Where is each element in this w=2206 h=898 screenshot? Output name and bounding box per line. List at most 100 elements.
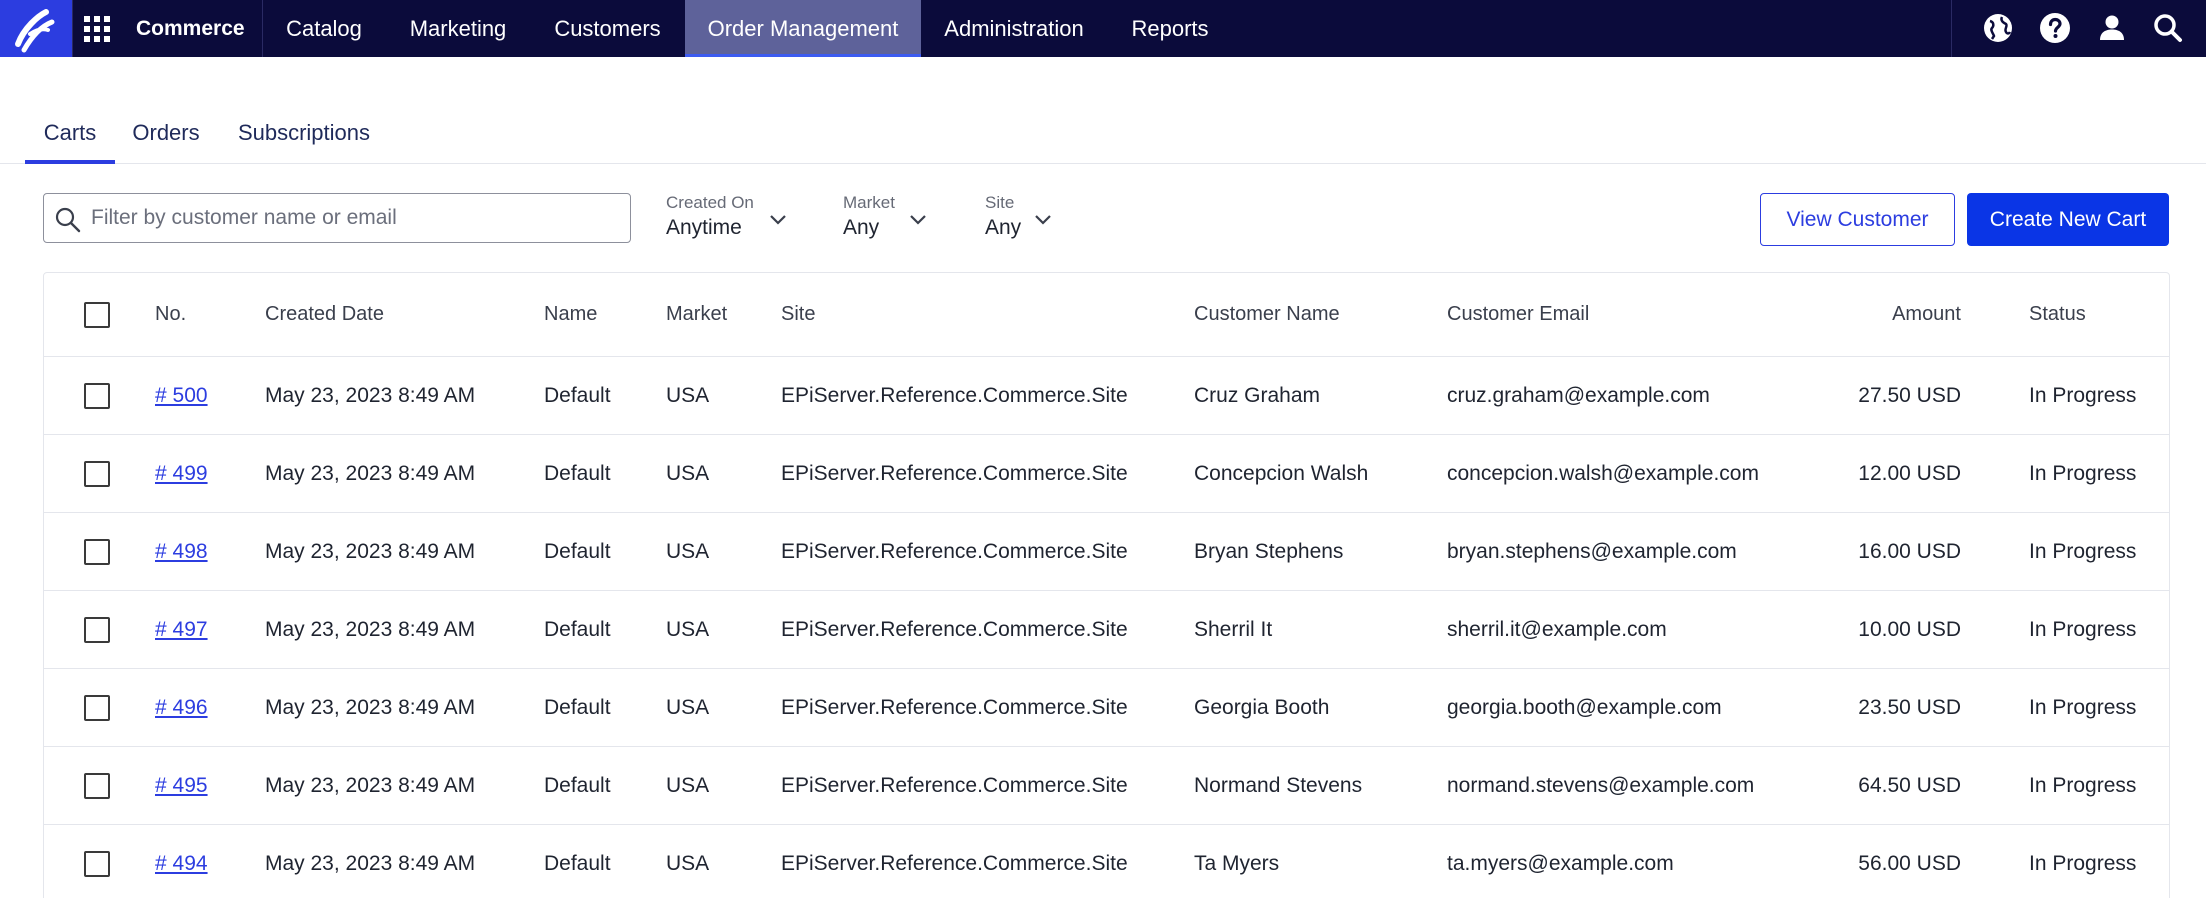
row-select-cell bbox=[84, 435, 110, 512]
cart-number-link[interactable]: # 496 bbox=[155, 696, 208, 720]
customer-name-cell: Ta Myers bbox=[1194, 851, 1280, 875]
top-navigation-bar: Commerce Catalog Marketing Customers Ord… bbox=[0, 0, 2206, 57]
cart-number-link[interactable]: # 495 bbox=[155, 774, 208, 798]
table-row[interactable]: # 499 May 23, 2023 8:49 AM Default USA EPiSe… bbox=[44, 435, 2169, 513]
nav-item-administration[interactable]: Administration bbox=[921, 0, 1107, 57]
table-row[interactable]: # 500 May 23, 2023 8:49 AM Default USA EPiSe… bbox=[44, 357, 2169, 435]
customer-name-cell: Georgia Booth bbox=[1194, 695, 1330, 719]
tab-bar: Carts Orders Subscriptions bbox=[0, 100, 2206, 164]
status-cell: In Progress bbox=[2029, 539, 2137, 563]
tab-carts[interactable]: Carts bbox=[25, 100, 115, 164]
customer-email-cell: ta.myers@example.com bbox=[1447, 851, 1674, 875]
nav-item-customers[interactable]: Customers bbox=[530, 0, 685, 57]
nav-item-order-management[interactable]: Order Management bbox=[685, 0, 921, 57]
apps-grid-icon[interactable] bbox=[84, 16, 111, 43]
column-header-customer-name[interactable]: Customer Name bbox=[1194, 273, 1340, 356]
market-dropdown[interactable]: Market Any bbox=[843, 193, 933, 245]
status-cell: In Progress bbox=[2029, 773, 2137, 797]
table-row[interactable]: # 497 May 23, 2023 8:49 AM Default USA EPiSe… bbox=[44, 591, 2169, 669]
tab-subscriptions[interactable]: Subscriptions bbox=[226, 100, 382, 164]
table-row[interactable]: # 494 May 23, 2023 8:49 AM Default USA EPiSe… bbox=[44, 825, 2169, 898]
carts-table: No. Created Date Name Market Site Custom… bbox=[43, 272, 2170, 898]
tab-orders[interactable]: Orders bbox=[122, 100, 210, 164]
market-cell: USA bbox=[666, 851, 710, 875]
site-cell: EPiServer.Reference.Commerce.Site bbox=[781, 851, 1128, 875]
customer-email-cell: georgia.booth@example.com bbox=[1447, 695, 1722, 719]
column-header-customer-email[interactable]: Customer Email bbox=[1447, 273, 1589, 356]
column-header-created-date[interactable]: Created Date bbox=[265, 273, 384, 356]
site-label: Site bbox=[985, 193, 1015, 212]
table-row[interactable]: # 495 May 23, 2023 8:49 AM Default USA EPiSe… bbox=[44, 747, 2169, 825]
market-cell: USA bbox=[666, 695, 710, 719]
row-checkbox[interactable] bbox=[84, 538, 110, 565]
market-label: Market bbox=[843, 193, 895, 212]
table-row[interactable]: # 496 May 23, 2023 8:49 AM Default USA EPiSe… bbox=[44, 669, 2169, 747]
row-checkbox[interactable] bbox=[84, 460, 110, 487]
table-row[interactable]: # 498 May 23, 2023 8:49 AM Default USA EPiSe… bbox=[44, 513, 2169, 591]
created-date-cell: May 23, 2023 8:49 AM bbox=[265, 461, 476, 485]
status-cell: In Progress bbox=[2029, 851, 2137, 875]
globe-icon[interactable] bbox=[1982, 12, 2014, 44]
row-select-cell bbox=[84, 825, 110, 898]
row-select-cell bbox=[84, 513, 110, 590]
site-cell: EPiServer.Reference.Commerce.Site bbox=[781, 383, 1128, 407]
select-all-checkbox[interactable] bbox=[84, 301, 110, 328]
market-cell: USA bbox=[666, 773, 710, 797]
customer-email-cell: normand.stevens@example.com bbox=[1447, 773, 1755, 797]
column-header-market[interactable]: Market bbox=[666, 273, 727, 356]
cart-number-link[interactable]: # 499 bbox=[155, 462, 208, 486]
row-checkbox[interactable] bbox=[84, 616, 110, 643]
nav-item-reports[interactable]: Reports bbox=[1107, 0, 1233, 57]
row-checkbox[interactable] bbox=[84, 772, 110, 799]
amount-cell: 23.50 USD bbox=[1858, 695, 1961, 719]
site-cell: EPiServer.Reference.Commerce.Site bbox=[781, 539, 1128, 563]
created-date-cell: May 23, 2023 8:49 AM bbox=[265, 539, 476, 563]
column-header-amount[interactable]: Amount bbox=[1824, 273, 1961, 356]
market-value: Any bbox=[843, 216, 880, 239]
row-checkbox[interactable] bbox=[84, 694, 110, 721]
cart-number-link[interactable]: # 494 bbox=[155, 852, 208, 876]
nav-item-marketing[interactable]: Marketing bbox=[386, 0, 530, 57]
chevron-down-icon bbox=[910, 215, 926, 225]
customer-email-cell: concepcion.walsh@example.com bbox=[1447, 461, 1759, 485]
created-on-dropdown[interactable]: Created On Anytime bbox=[666, 193, 790, 245]
created-date-cell: May 23, 2023 8:49 AM bbox=[265, 773, 476, 797]
nav-item-catalog[interactable]: Catalog bbox=[262, 0, 386, 57]
amount-cell: 12.00 USD bbox=[1858, 461, 1961, 485]
status-cell: In Progress bbox=[2029, 383, 2137, 407]
chevron-down-icon bbox=[770, 215, 786, 225]
search-icon[interactable] bbox=[2152, 12, 2184, 44]
column-header-no[interactable]: No. bbox=[155, 273, 186, 356]
customer-email-cell: cruz.graham@example.com bbox=[1447, 383, 1710, 407]
cart-number-link[interactable]: # 498 bbox=[155, 540, 208, 564]
commerce-logo-icon[interactable] bbox=[0, 0, 72, 57]
customer-filter-search[interactable] bbox=[43, 193, 631, 243]
cart-name-cell: Default bbox=[544, 461, 611, 485]
brand-name[interactable]: Commerce bbox=[136, 0, 245, 57]
column-header-name[interactable]: Name bbox=[544, 273, 597, 356]
created-date-cell: May 23, 2023 8:49 AM bbox=[265, 695, 476, 719]
cart-number-link[interactable]: # 500 bbox=[155, 384, 208, 408]
cart-name-cell: Default bbox=[544, 695, 611, 719]
created-on-value: Anytime bbox=[666, 216, 742, 239]
status-cell: In Progress bbox=[2029, 461, 2137, 485]
cart-name-cell: Default bbox=[544, 773, 611, 797]
row-checkbox[interactable] bbox=[84, 850, 110, 877]
site-dropdown[interactable]: Site Any bbox=[985, 193, 1055, 245]
search-input[interactable] bbox=[91, 202, 611, 234]
cart-number-cell: # 499 bbox=[155, 435, 208, 512]
amount-cell: 64.50 USD bbox=[1858, 773, 1961, 797]
amount-cell: 16.00 USD bbox=[1858, 539, 1961, 563]
column-header-site[interactable]: Site bbox=[781, 273, 815, 356]
column-header-status[interactable]: Status bbox=[2029, 273, 2086, 356]
chevron-down-icon bbox=[1035, 215, 1051, 225]
create-new-cart-button[interactable]: Create New Cart bbox=[1967, 193, 2169, 246]
row-select-cell bbox=[84, 591, 110, 668]
user-icon[interactable] bbox=[2096, 12, 2128, 44]
cart-number-link[interactable]: # 497 bbox=[155, 618, 208, 642]
help-icon[interactable] bbox=[2039, 12, 2071, 44]
view-customer-button[interactable]: View Customer bbox=[1760, 193, 1955, 246]
row-checkbox[interactable] bbox=[84, 382, 110, 409]
cart-number-cell: # 495 bbox=[155, 747, 208, 824]
row-select-cell bbox=[84, 357, 110, 434]
